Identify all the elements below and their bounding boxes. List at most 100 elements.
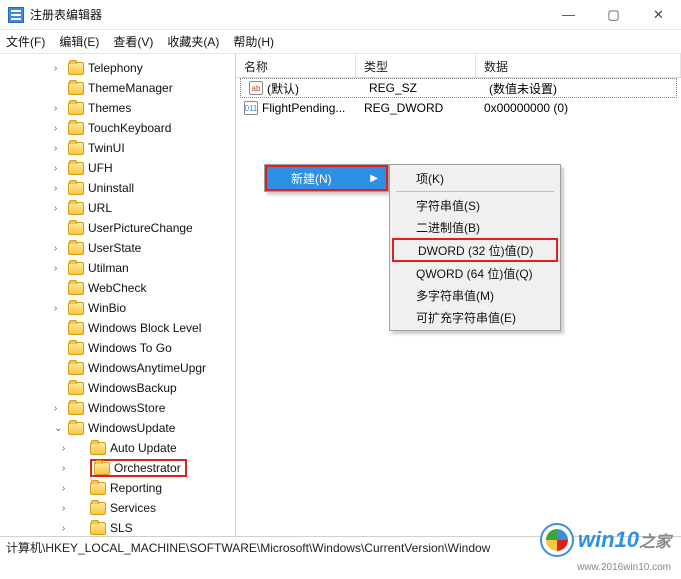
folder-icon bbox=[68, 162, 84, 175]
chevron-icon: › bbox=[54, 203, 64, 214]
folder-icon bbox=[68, 342, 84, 355]
tree-item-label: Windows To Go bbox=[88, 341, 172, 355]
tree-item-label: TouchKeyboard bbox=[88, 121, 171, 135]
tree-item[interactable]: WindowsBackup bbox=[0, 378, 235, 398]
chevron-icon: › bbox=[54, 163, 64, 174]
chevron-icon: › bbox=[54, 243, 64, 254]
value-data: (数值未设置) bbox=[481, 80, 676, 97]
chevron-icon: ⌄ bbox=[54, 423, 64, 434]
folder-icon bbox=[68, 222, 84, 235]
submenu-item[interactable]: 字符串值(S) bbox=[392, 194, 558, 216]
tree-item[interactable]: › WinBio bbox=[0, 298, 235, 318]
folder-icon bbox=[68, 362, 84, 375]
tree-item[interactable]: ⌄ WindowsUpdate bbox=[0, 418, 235, 438]
tree-item[interactable]: ›Utilman bbox=[0, 258, 235, 278]
tree-item[interactable]: ›Orchestrator bbox=[0, 458, 235, 478]
tree-item[interactable]: › UserState bbox=[0, 238, 235, 258]
tree-item[interactable]: ›Auto Update bbox=[0, 438, 235, 458]
tree-item-label: Telephony bbox=[88, 61, 143, 75]
list-body[interactable]: ab(默认)REG_SZ(数值未设置)011FlightPending...RE… bbox=[236, 78, 681, 118]
minimize-button[interactable]: — bbox=[546, 0, 591, 30]
chevron-icon: › bbox=[62, 443, 72, 454]
menu-item-new-label: 新建(N) bbox=[291, 170, 332, 187]
header-name[interactable]: 名称 bbox=[236, 54, 356, 77]
tree-item[interactable]: › Services bbox=[0, 498, 235, 518]
menu-separator bbox=[396, 191, 554, 192]
tree-item[interactable]: Windows Block Level bbox=[0, 318, 235, 338]
tree-item[interactable]: ›Reporting bbox=[0, 478, 235, 498]
menu-file[interactable]: 文件(F) bbox=[6, 33, 45, 50]
tree-item-label: WindowsUpdate bbox=[88, 421, 175, 435]
submenu-arrow-icon: ▶ bbox=[370, 173, 378, 184]
tree-item-label: Uninstall bbox=[88, 181, 134, 195]
tree-item[interactable]: › URL bbox=[0, 198, 235, 218]
value-data: 0x00000000 (0) bbox=[476, 101, 681, 115]
header-type[interactable]: 类型 bbox=[356, 54, 476, 77]
value-row[interactable]: ab(默认)REG_SZ(数值未设置) bbox=[240, 78, 677, 98]
folder-icon bbox=[68, 322, 84, 335]
submenu-item[interactable]: 多字符串值(M) bbox=[392, 284, 558, 306]
maximize-button[interactable]: ▢ bbox=[591, 0, 636, 30]
tree-item[interactable]: ThemeManager bbox=[0, 78, 235, 98]
tree-item[interactable]: ›Uninstall bbox=[0, 178, 235, 198]
close-button[interactable]: ✕ bbox=[636, 0, 681, 30]
folder-icon bbox=[68, 122, 84, 135]
submenu-item[interactable]: 项(K) bbox=[392, 167, 558, 189]
chevron-icon: › bbox=[54, 263, 64, 274]
tree-item-label: Services bbox=[110, 501, 156, 515]
folder-icon bbox=[94, 462, 110, 475]
folder-icon bbox=[68, 282, 84, 295]
statusbar-path: 计算机\HKEY_LOCAL_MACHINE\SOFTWARE\Microsof… bbox=[6, 539, 490, 556]
tree-panel[interactable]: ›TelephonyThemeManager›Themes›TouchKeybo… bbox=[0, 54, 236, 536]
tree-item[interactable]: ›Themes bbox=[0, 98, 235, 118]
tree-item-label: UserState bbox=[88, 241, 141, 255]
value-type-icon: 011 bbox=[244, 101, 258, 115]
folder-icon bbox=[68, 302, 84, 315]
tree-item[interactable]: WindowsAnytimeUpgr bbox=[0, 358, 235, 378]
tree-item-label: WinBio bbox=[88, 301, 126, 315]
chevron-icon: › bbox=[54, 303, 64, 314]
folder-icon bbox=[68, 182, 84, 195]
folder-icon bbox=[68, 262, 84, 275]
value-type-icon: ab bbox=[249, 81, 263, 95]
tree-item-label: WindowsStore bbox=[88, 401, 165, 415]
submenu-item[interactable]: DWORD (32 位)值(D) bbox=[392, 238, 558, 262]
watermark-text: win10之家 bbox=[578, 527, 671, 553]
tree-item[interactable]: Windows To Go bbox=[0, 338, 235, 358]
tree-item[interactable]: › Telephony bbox=[0, 58, 235, 78]
tree-item-label: Windows Block Level bbox=[88, 321, 201, 335]
tree-item-label: SLS bbox=[110, 521, 133, 535]
tree-item-label: Reporting bbox=[110, 481, 162, 495]
tree-item-label: UFH bbox=[88, 161, 113, 175]
titlebar: 注册表编辑器 — ▢ ✕ bbox=[0, 0, 681, 30]
tree-item-label: URL bbox=[88, 201, 112, 215]
folder-icon bbox=[68, 142, 84, 155]
submenu-item[interactable]: 二进制值(B) bbox=[392, 216, 558, 238]
chevron-icon: › bbox=[62, 503, 72, 514]
tree-item[interactable]: WebCheck bbox=[0, 278, 235, 298]
menu-edit[interactable]: 编辑(E) bbox=[59, 33, 99, 50]
tree-item[interactable]: › UFH bbox=[0, 158, 235, 178]
chevron-icon: › bbox=[54, 63, 64, 74]
tree-item-label: ThemeManager bbox=[88, 81, 173, 95]
folder-icon bbox=[90, 482, 106, 495]
folder-icon bbox=[90, 502, 106, 515]
tree-item[interactable]: ›TouchKeyboard bbox=[0, 118, 235, 138]
tree-item-label: UserPictureChange bbox=[88, 221, 193, 235]
tree-item[interactable]: ›WindowsStore bbox=[0, 398, 235, 418]
header-data[interactable]: 数据 bbox=[476, 54, 681, 77]
menu-help[interactable]: 帮助(H) bbox=[233, 33, 274, 50]
tree-item-label: Orchestrator bbox=[114, 461, 181, 475]
tree-item[interactable]: ›TwinUI bbox=[0, 138, 235, 158]
value-type: REG_SZ bbox=[361, 81, 481, 95]
tree-item[interactable]: UserPictureChange bbox=[0, 218, 235, 238]
submenu-item[interactable]: QWORD (64 位)值(Q) bbox=[392, 262, 558, 284]
chevron-icon: › bbox=[54, 143, 64, 154]
menu-item-new[interactable]: 新建(N) ▶ bbox=[267, 167, 386, 189]
tree-item[interactable]: ›SLS bbox=[0, 518, 235, 536]
menu-favorites[interactable]: 收藏夹(A) bbox=[167, 33, 219, 50]
value-row[interactable]: 011FlightPending...REG_DWORD0x00000000 (… bbox=[236, 98, 681, 118]
submenu-item[interactable]: 可扩充字符串值(E) bbox=[392, 306, 558, 328]
folder-icon bbox=[68, 62, 84, 75]
menu-view[interactable]: 查看(V) bbox=[113, 33, 153, 50]
